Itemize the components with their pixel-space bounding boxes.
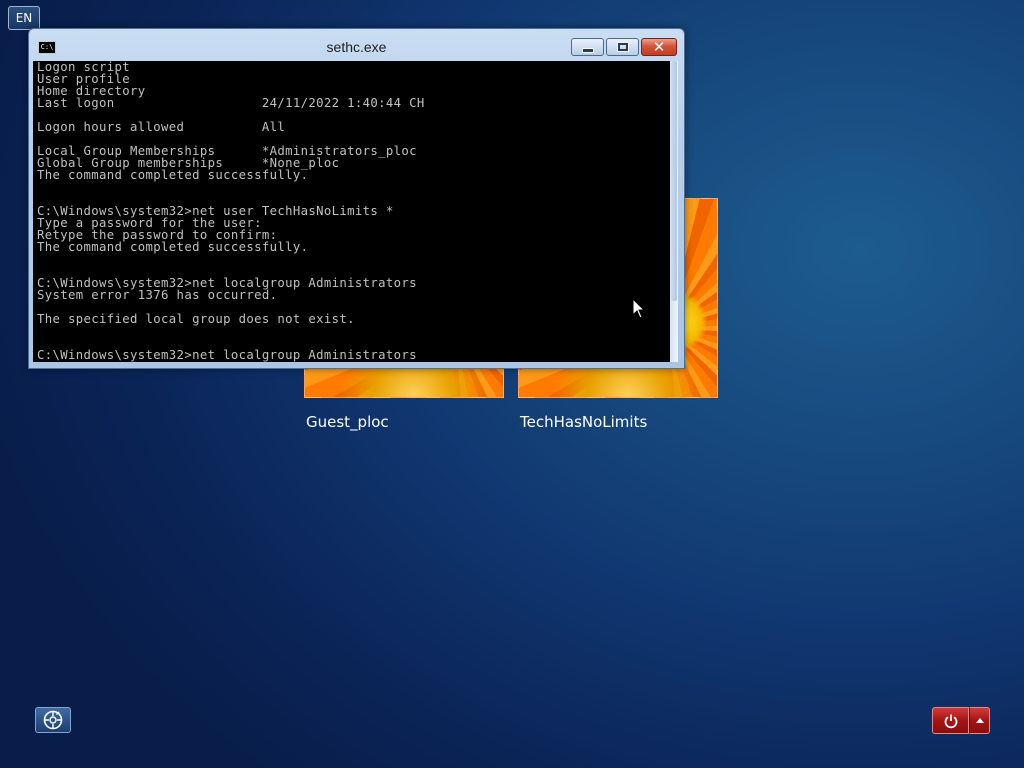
console-text[interactable]: Logon script User profile Home directory… [33, 61, 670, 361]
mouse-pointer-icon [632, 298, 646, 319]
shut-down-button[interactable] [932, 707, 969, 734]
console-window[interactable]: C:\ sethc.exe ✕ Logon script User profil… [28, 28, 685, 369]
power-controls [932, 707, 990, 734]
close-icon: ✕ [652, 37, 666, 56]
user-name-guest[interactable]: Guest_ploc [306, 413, 389, 431]
ease-of-access-icon [43, 710, 63, 730]
close-button[interactable]: ✕ [641, 38, 677, 56]
user-name-techhasnolimits[interactable]: TechHasNoLimits [520, 413, 647, 431]
console-output[interactable]: Logon script User profile Home directory… [33, 61, 670, 362]
maximize-button[interactable] [606, 38, 639, 56]
power-icon [944, 714, 957, 728]
scrollbar-thumb[interactable] [671, 61, 677, 301]
shut-down-options-button[interactable] [969, 707, 990, 734]
console-scrollbar[interactable] [670, 61, 678, 362]
maximize-icon [616, 42, 629, 52]
ease-of-access-button[interactable] [35, 707, 71, 733]
console-titlebar[interactable]: C:\ sethc.exe ✕ [29, 29, 684, 61]
chevron-up-icon [975, 718, 984, 723]
language-indicator-button[interactable]: EN [8, 6, 40, 30]
minimize-icon [581, 47, 594, 53]
minimize-button[interactable] [571, 38, 604, 56]
